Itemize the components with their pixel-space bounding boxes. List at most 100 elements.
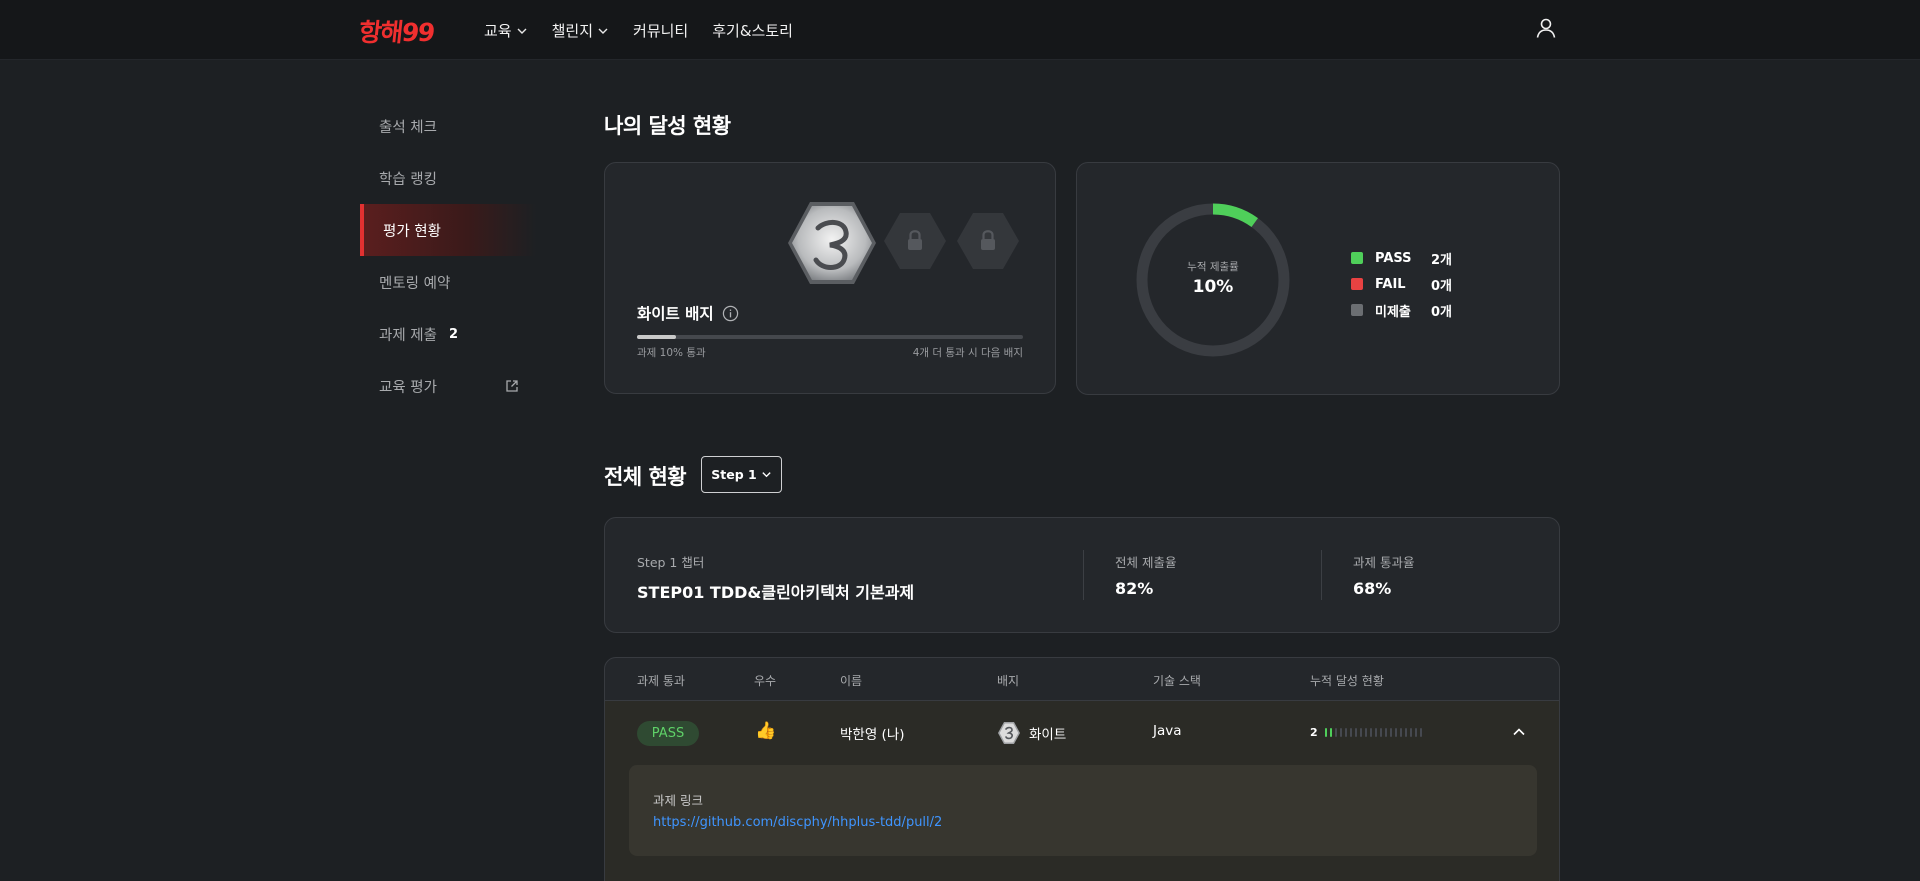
legend-swatch <box>1351 252 1363 264</box>
user-icon[interactable] <box>1535 17 1557 39</box>
column-header: 기술 스택 <box>1153 674 1201 688</box>
nav-item-reviews[interactable]: 후기&스토리 <box>712 20 793 41</box>
top-navigation-bar: 항해99 교육 챌린지 커뮤니티 후기&스토리 <box>0 0 1920 60</box>
progress-tick <box>1409 728 1412 737</box>
count-badge: 2 <box>448 326 459 342</box>
sidebar: 출석 체크 학습 랭킹 평가 현황 멘토링 예약 과제 제출 2 교육 평가 <box>360 100 536 412</box>
step-selector-dropdown[interactable]: Step 1 <box>701 456 782 493</box>
progress-tick <box>1384 728 1387 737</box>
column-header: 이름 <box>840 674 863 688</box>
badge-card: 화이트 배지 과제 10% 통과 4개 더 통과 시 다음 배지 <box>604 162 1056 394</box>
nav-item-challenge[interactable]: 챌린지 <box>552 20 609 41</box>
progress-tick <box>1339 728 1342 737</box>
legend-count: 0개 <box>1431 304 1453 320</box>
legend-count: 2개 <box>1431 252 1453 268</box>
nav-item-label: 챌린지 <box>551 22 594 40</box>
progress-tick <box>1324 728 1327 737</box>
nav-item-education[interactable]: 교육 <box>484 20 528 41</box>
tech-stack: Java <box>1153 723 1182 739</box>
nav-item-label: 커뮤니티 <box>633 22 689 40</box>
chapter-summary-card: Step 1 챕터 STEP01 TDD&클린아키텍처 기본과제 전체 제출율 … <box>604 517 1560 633</box>
pass-status-badge: PASS <box>637 721 699 746</box>
legend-name: PASS <box>1375 250 1412 266</box>
streak-count: 2 <box>1310 726 1318 739</box>
table-row[interactable]: PASS 👍 박한영 (나) 화이트 Java 2 <box>605 701 1559 765</box>
progress-caption: 과제 10% 통과 <box>637 347 706 359</box>
step-selector-label: Step 1 <box>711 467 757 482</box>
progress-tick <box>1359 728 1362 737</box>
chevron-down-icon <box>598 28 608 34</box>
legend-item-pass: PASS 2개 <box>1351 245 1452 271</box>
table-header: 과제 통과 우수 이름 배지 기술 스택 누적 달성 현황 <box>605 658 1559 701</box>
progress-tick <box>1349 728 1352 737</box>
sidebar-item-label: 교육 평가 <box>379 379 437 396</box>
divider <box>1083 550 1084 600</box>
donut-value: 10% <box>1192 277 1234 297</box>
pass-rate-label: 과제 통과율 <box>1353 555 1415 570</box>
progress-tick <box>1399 728 1402 737</box>
progress-tick <box>1404 728 1407 737</box>
white-badge-icon <box>998 722 1020 744</box>
progress-tick <box>1414 728 1417 737</box>
divider <box>1321 550 1322 600</box>
legend-item-not-submitted: 미제출 0개 <box>1351 297 1452 323</box>
column-header: 과제 통과 <box>637 674 685 688</box>
main-nav: 교육 챌린지 커뮤니티 후기&스토리 <box>484 20 793 41</box>
column-header: 배지 <box>997 674 1020 688</box>
locked-badge-icon <box>884 213 946 269</box>
assignment-link[interactable]: https://github.com/discphy/hhplus-tdd/pu… <box>653 815 942 830</box>
sidebar-item-label: 멘토링 예약 <box>379 275 451 292</box>
sidebar-item-label: 평가 현황 <box>383 223 441 240</box>
progress-tick <box>1344 728 1347 737</box>
legend-name: 미제출 <box>1375 304 1411 320</box>
assignment-link-label: 과제 링크 <box>653 793 703 808</box>
overview-title: 전체 현황 <box>604 465 687 489</box>
progress-tick <box>1389 728 1392 737</box>
sidebar-item-label: 출석 체크 <box>379 119 437 136</box>
progress-tick <box>1369 728 1372 737</box>
badge-name-label: 화이트 배지 <box>637 305 714 323</box>
pass-rate-value: 68% <box>1353 579 1392 598</box>
row-details: 과제 링크 https://github.com/discphy/hhplus-… <box>605 765 1559 881</box>
legend-swatch <box>1351 278 1363 290</box>
progress-tick <box>1374 728 1377 737</box>
sidebar-item-label: 과제 제출 <box>379 327 437 344</box>
progress-tick <box>1394 728 1397 737</box>
submission-rate-card: 누적 제출률 10% PASS 2개 FAIL 0개 미제출 0개 <box>1076 162 1560 395</box>
logo[interactable]: 항해99 <box>357 13 436 49</box>
nav-item-community[interactable]: 커뮤니티 <box>633 20 688 41</box>
legend-swatch <box>1351 304 1363 316</box>
chevron-up-icon[interactable] <box>1511 724 1527 740</box>
sidebar-item-ranking[interactable]: 학습 랭킹 <box>360 152 536 204</box>
sidebar-item-attendance[interactable]: 출석 체크 <box>360 100 536 152</box>
donut-label: 누적 제출률 <box>1187 261 1239 273</box>
progress-tick <box>1334 728 1337 737</box>
sidebar-item-mentoring[interactable]: 멘토링 예약 <box>360 256 536 308</box>
next-badge-caption: 4개 더 통과 시 다음 배지 <box>912 347 1023 359</box>
student-name: 박한영 (나) <box>840 727 905 743</box>
badge-progress-bar <box>637 335 1023 339</box>
column-header: 우수 <box>754 674 777 688</box>
locked-badge-icon <box>957 213 1019 269</box>
results-table: 과제 통과 우수 이름 배지 기술 스택 누적 달성 현황 PASS 👍 박한영… <box>604 657 1560 881</box>
chevron-down-icon <box>762 472 771 478</box>
sidebar-item-assignment-submit[interactable]: 과제 제출 2 <box>360 308 536 360</box>
legend-name: FAIL <box>1375 276 1406 292</box>
chapter-name: STEP01 TDD&클린아키텍처 기본과제 <box>637 583 915 602</box>
progress-tick <box>1419 728 1422 737</box>
info-icon[interactable] <box>722 305 739 322</box>
achievement-title: 나의 달성 현황 <box>604 114 731 138</box>
sidebar-item-label: 학습 랭킹 <box>379 171 437 188</box>
legend-count: 0개 <box>1431 278 1453 294</box>
sidebar-item-evaluation-status[interactable]: 평가 현황 <box>360 204 536 256</box>
progress-tick <box>1364 728 1367 737</box>
submit-rate-value: 82% <box>1115 579 1154 598</box>
badge-label: 화이트 <box>1029 727 1067 743</box>
badge-progress-fill <box>637 335 676 339</box>
nav-item-label: 교육 <box>484 22 512 40</box>
progress-tick <box>1354 728 1357 737</box>
assignment-link-box: 과제 링크 https://github.com/discphy/hhplus-… <box>629 765 1537 856</box>
progress-tick <box>1379 728 1382 737</box>
legend-item-fail: FAIL 0개 <box>1351 271 1452 297</box>
sidebar-item-course-review[interactable]: 교육 평가 <box>360 360 536 412</box>
